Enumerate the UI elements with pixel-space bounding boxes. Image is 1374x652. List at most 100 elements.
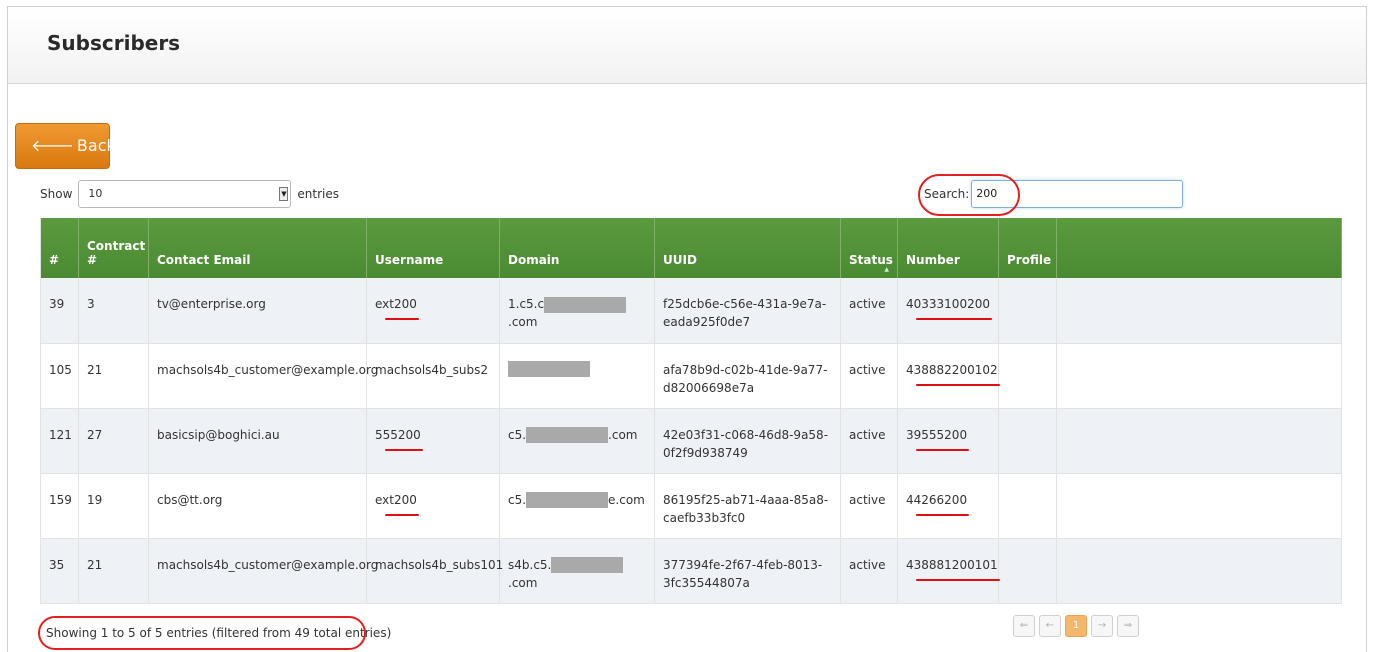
table-header-row: # Contract # Contact Email Username Doma…	[40, 218, 1342, 278]
cell-number-value: 44266200	[906, 492, 970, 516]
arrow-left-icon: 🡐	[31, 136, 74, 155]
cell-contract: 27	[78, 408, 149, 474]
domain-prefix: c5.	[508, 492, 527, 507]
cell-contract: 21	[78, 343, 149, 409]
cell-uuid: afa78b9d-c02b-41de-9a77-d82006698e7a	[654, 343, 841, 409]
cell-username: ext200	[366, 278, 500, 344]
cell-domain: s4b.c5. .com	[499, 538, 655, 604]
column-header-profile[interactable]: Profile	[998, 218, 1057, 278]
cell-profile	[998, 473, 1057, 539]
table-row[interactable]: 105 21 machsols4b_customer@example.org m…	[40, 343, 1342, 409]
cell-email: machsols4b_customer@example.org	[148, 538, 378, 604]
redaction-bar	[508, 361, 590, 377]
redaction-bar	[526, 427, 609, 443]
table-row[interactable]: 121 27 basicsip@boghici.au 555200 c5. .co…	[40, 408, 1342, 474]
cell-email: machsols4b_customer@example.org	[148, 343, 378, 409]
cell-actions	[1056, 473, 1342, 539]
cell-contract: 3	[78, 278, 149, 344]
table-row[interactable]: 39 3 tv@enterprise.org ext200 1.c5.c .com…	[40, 278, 1342, 344]
cell-username-value: ext200	[375, 492, 419, 516]
cell-username: machsols4b_subs2	[366, 343, 500, 409]
cell-number-value: 40333100200	[906, 297, 992, 320]
column-header-email[interactable]: Contact Email	[148, 218, 367, 278]
cell-number: 438881200101	[897, 538, 1000, 604]
back-button-label: Back	[76, 136, 116, 155]
cell-number-value: 39555200	[906, 427, 970, 451]
cell-number: 40333100200	[897, 278, 999, 344]
cell-username: ext200	[366, 473, 500, 539]
cell-number: 44266200	[897, 473, 999, 539]
cell-number-value: 438882200102	[906, 362, 1000, 386]
cell-status: active	[840, 408, 898, 474]
subscribers-table: # Contract # Contact Email Username Doma…	[40, 218, 1342, 604]
redaction-bar	[551, 557, 624, 573]
cell-actions	[1056, 343, 1342, 409]
column-header-number[interactable]: Number	[897, 218, 999, 278]
column-header-actions	[1056, 218, 1342, 278]
entries-per-page-value: 10	[88, 187, 103, 200]
cell-uuid: 42e03f31-c068-46d8-9a58-0f2f9d938749	[654, 408, 841, 474]
next-page-button[interactable]: →	[1091, 615, 1113, 637]
back-button[interactable]: 🡐 Back	[15, 123, 116, 169]
cell-uuid: 377394fe-2f67-4feb-8013-3fc35544807a	[654, 538, 841, 604]
pagination: ⇐ ← 1 → ⇒	[1013, 615, 1143, 637]
cell-id: 159	[40, 473, 79, 539]
cell-domain: 1.c5.c .com	[499, 278, 655, 344]
cell-actions	[1056, 278, 1342, 344]
page-title: Subscribers	[47, 31, 181, 55]
domain-suffix: .com	[508, 575, 538, 590]
chevron-down-icon: ▼	[279, 187, 289, 201]
domain-prefix: s4b.c5.	[508, 557, 552, 572]
cell-number-value: 438881200101	[906, 557, 1000, 581]
cell-profile	[998, 278, 1057, 344]
page-1-button[interactable]: 1	[1065, 615, 1087, 637]
cell-domain: c5. .com	[499, 408, 655, 474]
column-header-status[interactable]: Status	[840, 218, 898, 278]
cell-username: 555200	[366, 408, 500, 474]
domain-suffix: .com	[608, 427, 638, 442]
cell-uuid: 86195f25-ab71-4aaa-85a8-caefb33b3fc0	[654, 473, 841, 539]
cell-id: 105	[40, 343, 79, 409]
search-input[interactable]: 200	[971, 180, 1184, 208]
column-header-uuid[interactable]: UUID	[654, 218, 841, 278]
column-header-id[interactable]: #	[40, 218, 79, 278]
search-label: Search:	[924, 187, 970, 201]
domain-suffix: .com	[508, 315, 538, 329]
cell-username: machsols4b_subs101	[366, 538, 503, 604]
search-control: Search: 200	[924, 180, 1184, 208]
cell-contract: 19	[78, 473, 149, 539]
cell-id: 35	[40, 538, 79, 604]
cell-domain: c5. e.com	[499, 473, 655, 539]
cell-number: 39555200	[897, 408, 999, 474]
redaction-bar	[526, 492, 609, 508]
column-header-contract[interactable]: Contract #	[78, 218, 149, 278]
cell-number: 438882200102	[897, 343, 1000, 409]
cell-username-value: 555200	[375, 427, 423, 451]
cell-id: 39	[40, 278, 79, 344]
previous-page-button[interactable]: ←	[1039, 615, 1061, 637]
cell-id: 121	[40, 408, 79, 474]
show-label: Show	[40, 187, 73, 201]
cell-status: active	[840, 278, 898, 344]
cell-email: cbs@tt.org	[148, 473, 367, 539]
cell-contract: 21	[78, 538, 149, 604]
domain-prefix: c5.	[508, 427, 527, 442]
cell-domain	[499, 343, 655, 409]
cell-uuid: f25dcb6e-c56e-431a-9e7a-eada925f0de7	[654, 278, 841, 344]
table-row[interactable]: 35 21 machsols4b_customer@example.org ma…	[40, 538, 1342, 604]
table-row[interactable]: 159 19 cbs@tt.org ext200 c5. e.com 86195f…	[40, 473, 1342, 539]
cell-email: basicsip@boghici.au	[148, 408, 367, 474]
entries-per-page-select[interactable]: 10 ▼	[78, 180, 292, 208]
column-header-domain[interactable]: Domain	[499, 218, 655, 278]
table-info: Showing 1 to 5 of 5 entries (filtered fr…	[46, 626, 392, 640]
length-control: Show 10 ▼ entries	[40, 180, 339, 208]
last-page-button[interactable]: ⇒	[1117, 615, 1139, 637]
column-header-username[interactable]: Username	[366, 218, 500, 278]
domain-prefix: 1.c5.c	[508, 297, 545, 311]
first-page-button[interactable]: ⇐	[1013, 615, 1035, 637]
cell-username-value: ext200	[375, 297, 419, 320]
cell-status: active	[840, 538, 898, 604]
domain-suffix: e.com	[608, 492, 645, 507]
cell-actions	[1056, 538, 1342, 604]
page-header: Subscribers	[8, 7, 1366, 84]
